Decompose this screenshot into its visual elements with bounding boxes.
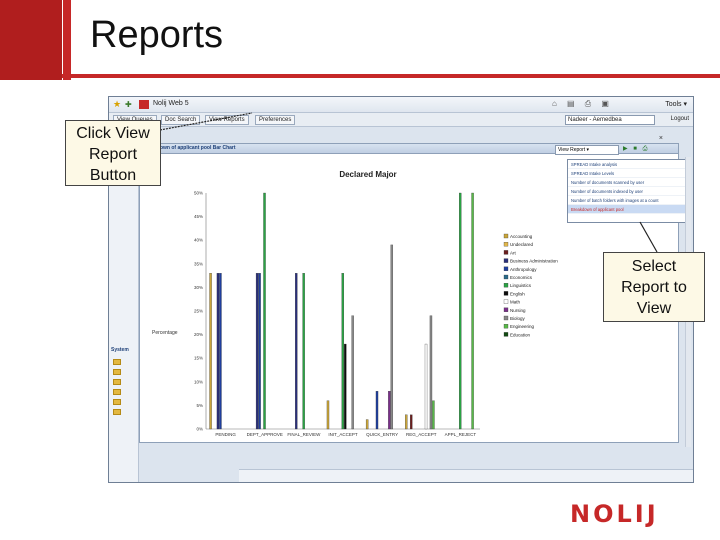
- callout-line: View: [636, 300, 672, 317]
- leader-line-select-report: [639, 221, 658, 253]
- callout-line: Click View: [76, 125, 150, 142]
- callout-select-report: Select Report to View: [603, 252, 705, 322]
- nolij-logo: NOLIJ: [570, 500, 659, 528]
- callout-line: Select: [631, 258, 677, 275]
- leader-line-view-report: [159, 112, 253, 131]
- callout-line: Report to: [621, 279, 687, 296]
- callout-click-view-report: Click View Report Button: [65, 120, 161, 186]
- callout-line: Button: [89, 167, 137, 184]
- callout-line: Report: [88, 146, 138, 163]
